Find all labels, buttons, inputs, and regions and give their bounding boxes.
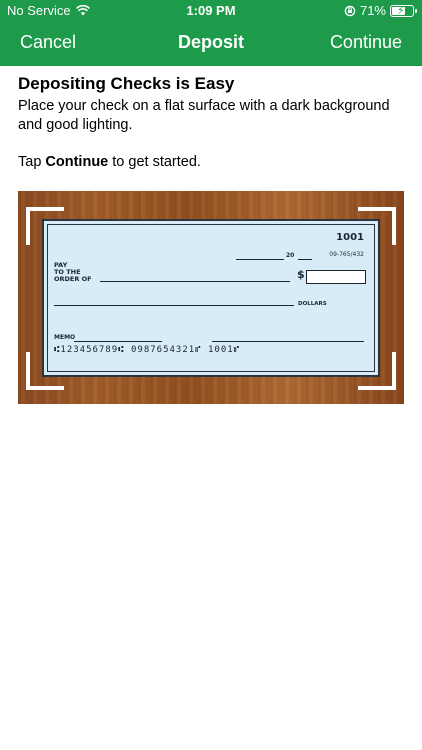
date-year: 20 — [286, 252, 295, 259]
tap-prefix: Tap — [18, 154, 46, 170]
status-bar: No Service 1:09 PM 71% ⚡ — [0, 0, 422, 22]
instructions: Depositing Checks is Easy Place your che… — [18, 74, 408, 170]
instructions-heading: Depositing Checks is Easy — [18, 74, 235, 93]
cancel-button[interactable]: Cancel — [20, 32, 76, 53]
battery-charging-icon: ⚡ — [390, 4, 417, 17]
memo-line — [74, 341, 162, 342]
date-line — [236, 259, 284, 260]
tap-continue-bold: Continue — [45, 154, 109, 170]
pay-to-label: PAY TO THE ORDER OF — [54, 261, 92, 283]
check-illustration: 1001 09-765/432 20 PAY TO THE ORDER OF $… — [18, 191, 404, 404]
memo-label: MEMO — [54, 334, 76, 341]
payee-line — [100, 281, 290, 282]
navigation-bar: Cancel Deposit Continue — [0, 22, 422, 66]
instructions-description: Place your check on a flat surface with … — [18, 98, 390, 133]
battery-percent: 71% — [359, 3, 386, 18]
orientation-lock-icon — [344, 5, 356, 16]
sample-check: 1001 09-765/432 20 PAY TO THE ORDER OF $… — [42, 219, 380, 377]
amount-box — [306, 270, 366, 284]
date-line-year — [298, 259, 312, 260]
dollars-label: DOLLARS — [298, 301, 327, 307]
signature-line — [212, 341, 364, 342]
continue-button[interactable]: Continue — [330, 32, 402, 53]
dollar-sign: $ — [297, 268, 305, 281]
app-header: No Service 1:09 PM 71% ⚡ Cancel Deposit … — [0, 0, 422, 66]
check-routing: 09-765/432 — [329, 251, 364, 258]
micr-line: ⑆123456789⑆ 0987654321⑈ 1001⑈ — [54, 345, 241, 355]
check-number: 1001 — [336, 232, 364, 243]
charging-bolt-icon: ⚡ — [397, 4, 405, 17]
amount-words-line — [54, 305, 294, 306]
tap-suffix: to get started. — [108, 154, 201, 170]
tap-continue-hint: Tap Continue to get started. — [18, 154, 408, 170]
